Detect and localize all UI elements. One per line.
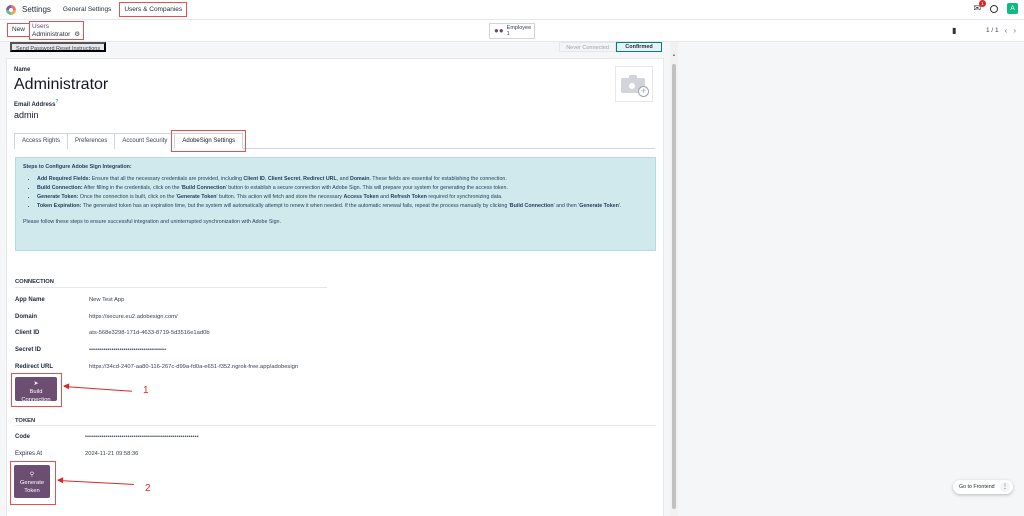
list-item: Add Required Fields: Ensure that all the… xyxy=(37,175,648,184)
email-label: Email Address? xyxy=(14,99,58,108)
status-row: Send Password Reset Instructions Never C… xyxy=(6,42,664,54)
form-scrollbar[interactable]: ▲ xyxy=(670,42,678,516)
domain-field[interactable]: https://secure.eu2.adobesign.com/ xyxy=(89,314,178,320)
tab-account-security[interactable]: Account Security xyxy=(114,133,176,149)
alert-steps-list: Add Required Fields: Ensure that all the… xyxy=(37,175,648,211)
employee-count: 1 xyxy=(506,31,510,37)
connection-section-title: CONNECTION xyxy=(15,279,54,285)
control-panel: New Users Administrator ⚙ ●● Employee 1 … xyxy=(0,20,1024,42)
annotation-number-2: 2 xyxy=(145,483,151,494)
email-label-text: Email Address xyxy=(14,102,56,108)
alert-footer: Please follow these steps to ensure succ… xyxy=(23,219,281,225)
employee-smart-button[interactable]: ●● Employee 1 xyxy=(489,23,535,39)
chat-badge: 1 xyxy=(979,0,986,7)
client-id-label: Client ID xyxy=(15,330,40,336)
new-button[interactable]: New xyxy=(7,23,31,37)
email-field[interactable]: admin xyxy=(14,110,39,120)
build-connection-line1: Build xyxy=(29,389,43,395)
list-item: Generate Token: Once the connection is b… xyxy=(37,193,648,202)
pager-value[interactable]: 1 / 1 xyxy=(986,27,999,34)
expires-at-label: Expires At xyxy=(15,451,43,457)
build-connection-button[interactable]: ➤ Build Connection xyxy=(15,377,57,403)
employee-smart-text: Employee 1 xyxy=(507,25,531,37)
annotation-number-1: 1 xyxy=(143,385,149,396)
list-item: Build Connection: After filling in the c… xyxy=(37,184,648,193)
tab-adobesign-settings[interactable]: AdobeSign Settings xyxy=(171,130,247,152)
activity-clock-icon[interactable] xyxy=(990,4,998,13)
user-avatar[interactable]: A xyxy=(1007,3,1018,14)
employee-label: Employee xyxy=(506,25,532,31)
connection-divider xyxy=(15,287,327,288)
plug-icon: ➤ xyxy=(33,381,39,387)
pager-next-icon[interactable]: › xyxy=(1013,26,1016,35)
app-name-label: App Name xyxy=(15,297,45,303)
go-to-frontend-button[interactable]: Go to Frontend ⋮ xyxy=(953,480,1013,494)
tab-preferences[interactable]: Preferences xyxy=(67,133,116,149)
secret-id-label: Secret ID xyxy=(15,347,42,353)
go-to-frontend-label: Go to Frontend xyxy=(959,484,995,490)
breadcrumb-current-label: Administrator xyxy=(32,31,71,38)
generate-token-text: Generate Token xyxy=(20,480,44,494)
redirect-url-field[interactable]: https://34cd-2407-aa80-116-267c-d99a-fd0… xyxy=(89,364,298,370)
app-name-field[interactable]: New Test App xyxy=(89,297,124,303)
more-options-icon[interactable]: ⋮ xyxy=(1000,482,1010,492)
name-field[interactable]: Administrator xyxy=(14,76,108,94)
gear-icon[interactable]: ⚙ xyxy=(74,31,80,39)
avatar-upload[interactable]: + xyxy=(615,66,653,102)
attachment-icon[interactable]: ▮ xyxy=(952,26,956,35)
camera-icon: + xyxy=(621,74,649,97)
menu-general-settings[interactable]: General Settings xyxy=(63,6,111,13)
app-logo-icon[interactable] xyxy=(6,4,16,15)
pager: 1 / 1 ‹ › xyxy=(986,26,1016,35)
tab-access-rights[interactable]: Access Rights xyxy=(14,133,69,149)
app-title[interactable]: Settings xyxy=(22,5,51,14)
breadcrumb-users[interactable]: Users xyxy=(32,23,81,31)
menu-users-companies[interactable]: Users & Companies xyxy=(119,2,188,17)
alert-title: Steps to Configure Adobe Sign Integratio… xyxy=(23,164,132,170)
info-alert: Steps to Configure Adobe Sign Integratio… xyxy=(15,157,656,251)
build-connection-text: Build Connection xyxy=(21,389,50,403)
generate-token-button[interactable]: ⚲ Generate Token xyxy=(14,465,50,498)
status-never-connected[interactable]: Never Connected xyxy=(559,42,616,52)
breadcrumb: Users Administrator ⚙ xyxy=(29,21,84,40)
client-id-field[interactable]: ats-568e3298-171d-4633-8719-5d3516e1ad0b xyxy=(89,330,210,336)
pager-prev-icon[interactable]: ‹ xyxy=(1005,26,1008,35)
domain-label: Domain xyxy=(15,314,38,320)
send-password-reset-button[interactable]: Send Password Reset Instructions xyxy=(10,42,107,52)
breadcrumb-current: Administrator ⚙ xyxy=(32,31,81,39)
name-label: Name xyxy=(14,67,31,73)
token-divider-top xyxy=(15,425,656,426)
expires-at-field: 2024-11-21 09:58:36 xyxy=(85,451,139,457)
users-icon: ●● xyxy=(494,26,504,35)
form-view: Send Password Reset Instructions Never C… xyxy=(0,42,668,516)
list-item: Token Expiration: The generated token ha… xyxy=(37,202,648,211)
status-confirmed[interactable]: Confirmed xyxy=(616,42,662,52)
generate-token-line2: Token xyxy=(24,488,40,494)
scroll-thumb[interactable] xyxy=(672,64,676,509)
scroll-up-icon[interactable]: ▲ xyxy=(672,52,676,57)
top-navbar: Settings General Settings Users & Compan… xyxy=(0,0,1024,20)
code-label: Code xyxy=(15,434,30,440)
chat-icon[interactable]: ✉ 1 xyxy=(973,0,986,14)
build-connection-line2: Connection xyxy=(21,397,51,403)
generate-token-line1: Generate xyxy=(19,480,45,486)
help-icon[interactable]: ? xyxy=(55,99,58,105)
form-sheet: Name Administrator Email Address? admin … xyxy=(6,58,664,516)
notebook-tabs: Access Rights Preferences Account Securi… xyxy=(14,130,655,152)
secret-id-field[interactable]: •••••••••••••••••••••••••••••••••••••• xyxy=(89,347,166,353)
code-field[interactable]: ••••••••••••••••••••••••••••••••••••••••… xyxy=(85,434,199,440)
plus-icon: + xyxy=(638,86,649,97)
systray: ✉ 1 A xyxy=(973,0,1018,14)
key-icon: ⚲ xyxy=(29,472,35,478)
redirect-url-label: Redirect URL xyxy=(15,364,54,370)
token-section-title: TOKEN xyxy=(15,418,36,424)
